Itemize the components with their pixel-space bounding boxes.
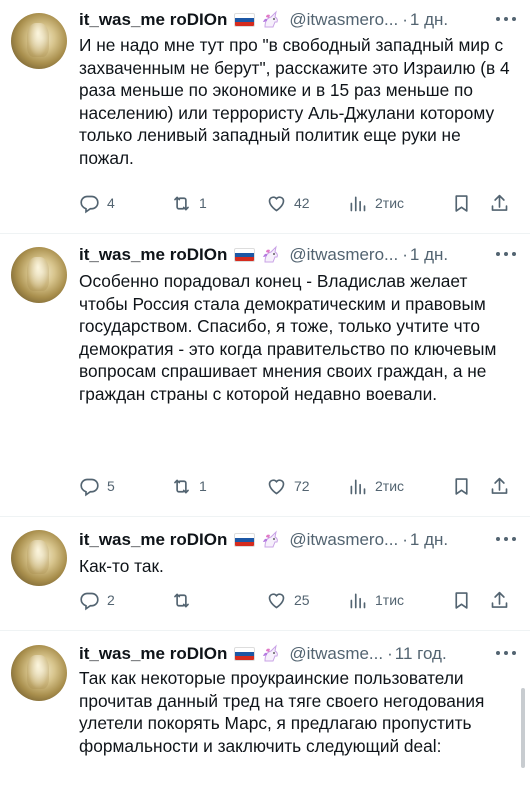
tweet-header: it_was_me roDIOn @itwasme... · 11 год.	[79, 642, 447, 666]
action-bar: 4 1 42 2тис	[79, 190, 515, 216]
bookmark-button[interactable]	[451, 587, 472, 613]
reply-button[interactable]: 4	[79, 190, 115, 216]
more-options-icon[interactable]	[496, 537, 516, 543]
avatar[interactable]	[11, 247, 67, 303]
retweet-icon	[174, 593, 189, 607]
divider	[0, 516, 530, 517]
separator-dot: ·	[402, 530, 408, 549]
username[interactable]: it_was_me roDIOn	[79, 530, 227, 550]
handle[interactable]: @itwasmero...	[289, 10, 398, 30]
reply-count: 5	[107, 478, 115, 494]
views-icon	[350, 196, 366, 211]
retweet-icon	[174, 479, 189, 493]
timestamp[interactable]: 1 дн.	[410, 10, 448, 30]
action-bar: 2 25 1тис	[79, 587, 515, 613]
reply-button[interactable]: 5	[79, 473, 115, 499]
bookmark-icon	[455, 477, 468, 495]
avatar[interactable]	[11, 13, 67, 69]
share-icon	[491, 194, 508, 211]
unicorn-icon	[263, 644, 279, 662]
bookmark-icon	[455, 591, 468, 609]
unicorn-icon	[263, 10, 279, 28]
tweet-header: it_was_me roDIOn @itwasmero... · 1 дн.	[79, 528, 448, 552]
tweet-text: Так как некоторые проукраинские пользова…	[79, 668, 485, 756]
like-count: 72	[294, 478, 310, 494]
like-button[interactable]: 72	[266, 473, 310, 499]
reply-count: 2	[107, 592, 115, 608]
scrollbar[interactable]	[521, 688, 525, 768]
retweet-button[interactable]: 1	[171, 473, 207, 499]
views-count: 1тис	[375, 592, 405, 608]
retweet-count: 1	[199, 478, 207, 494]
like-button[interactable]: 42	[266, 190, 310, 216]
like-button[interactable]: 25	[266, 587, 310, 613]
share-button[interactable]	[489, 190, 510, 216]
heart-icon	[268, 592, 285, 608]
retweet-button[interactable]	[171, 587, 199, 613]
separator-dot: ·	[402, 245, 408, 264]
retweet-count: 1	[199, 195, 207, 211]
reply-icon	[80, 478, 99, 496]
reply-icon	[80, 195, 99, 213]
unicorn-icon	[263, 245, 279, 263]
share-button[interactable]	[489, 473, 510, 499]
bookmark-icon	[455, 194, 468, 212]
heart-icon	[268, 478, 285, 494]
views-button[interactable]: 2тис	[347, 190, 404, 216]
retweet-icon	[174, 196, 189, 210]
like-count: 25	[294, 592, 310, 608]
reply-count: 4	[107, 195, 115, 211]
russia-flag-icon	[234, 533, 256, 547]
views-button[interactable]: 2тис	[347, 473, 404, 499]
avatar[interactable]	[11, 645, 67, 701]
handle[interactable]: @itwasmero...	[289, 530, 398, 550]
more-options-icon[interactable]	[496, 252, 516, 258]
bookmark-button[interactable]	[451, 190, 472, 216]
tweet-text: Как-то так.	[79, 556, 164, 576]
divider	[0, 630, 530, 631]
russia-flag-icon	[234, 248, 256, 262]
views-count: 2тис	[375, 478, 405, 494]
divider	[0, 233, 530, 234]
more-options-icon[interactable]	[496, 17, 516, 23]
tweet-text: И не надо мне тут про "в свободный запад…	[79, 35, 510, 168]
russia-flag-icon	[234, 13, 256, 27]
views-icon	[350, 479, 366, 494]
timestamp[interactable]: 11 год.	[395, 644, 447, 664]
timestamp[interactable]: 1 дн.	[410, 245, 448, 265]
reply-button[interactable]: 2	[79, 587, 115, 613]
views-count: 2тис	[375, 195, 405, 211]
timestamp[interactable]: 1 дн.	[410, 530, 448, 550]
bookmark-button[interactable]	[451, 473, 472, 499]
reply-icon	[80, 592, 99, 610]
handle[interactable]: @itwasme...	[289, 644, 383, 664]
views-button[interactable]: 1тис	[347, 587, 404, 613]
avatar[interactable]	[11, 530, 67, 586]
views-icon	[350, 593, 366, 608]
share-icon	[491, 591, 508, 608]
username[interactable]: it_was_me roDIOn	[79, 10, 227, 30]
unicorn-icon	[263, 530, 279, 548]
username[interactable]: it_was_me roDIOn	[79, 245, 227, 265]
tweet-text: Особенно порадовал конец - Владислав жел…	[79, 271, 497, 404]
share-button[interactable]	[489, 587, 510, 613]
more-options-icon[interactable]	[496, 651, 516, 657]
tweet-header: it_was_me roDIOn @itwasmero... · 1 дн.	[79, 8, 448, 32]
username[interactable]: it_was_me roDIOn	[79, 644, 227, 664]
like-count: 42	[294, 195, 310, 211]
separator-dot: ·	[387, 644, 393, 663]
heart-icon	[268, 195, 285, 211]
retweet-button[interactable]: 1	[171, 190, 207, 216]
russia-flag-icon	[234, 647, 256, 661]
handle[interactable]: @itwasmero...	[289, 245, 398, 265]
separator-dot: ·	[402, 10, 408, 29]
share-icon	[491, 477, 508, 494]
tweet-header: it_was_me roDIOn @itwasmero... · 1 дн.	[79, 243, 448, 267]
action-bar: 5 1 72 2тис	[79, 473, 515, 499]
